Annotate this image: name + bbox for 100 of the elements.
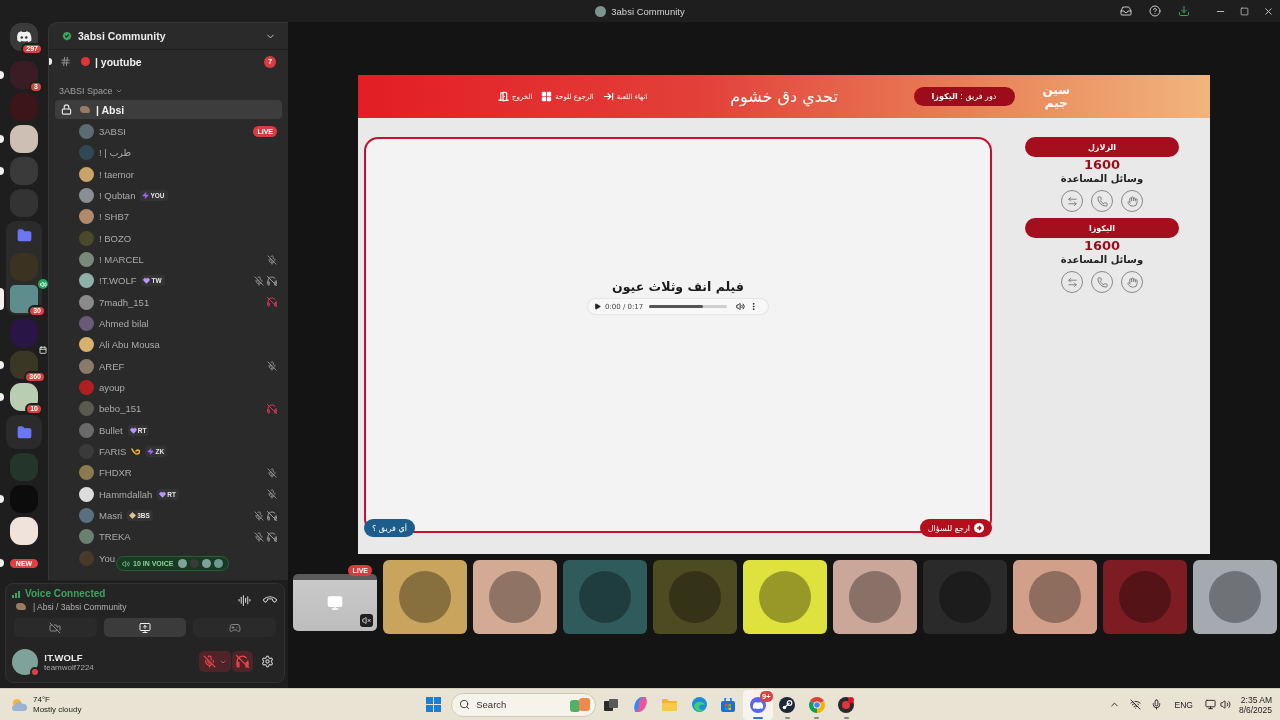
server-icon[interactable] [10,383,38,411]
member-name[interactable]: ! taemor [99,168,134,180]
member-name[interactable]: Bullet [99,424,123,436]
member-name[interactable]: FHDXR [99,467,132,479]
member-name[interactable]: ayoup [99,382,125,394]
stream-thumbnail[interactable] [293,574,377,631]
maximize-icon[interactable] [1239,6,1249,16]
member-name[interactable]: ! BOZO [99,232,132,244]
display-icon[interactable] [1204,699,1216,710]
camera-off-icon [49,621,62,634]
member-name[interactable]: Ahmed bilal [99,318,149,330]
phone-icon [1096,276,1108,288]
deafened-headphones-icon [267,403,277,414]
task-view-icon [603,698,618,711]
deafened-headphones-icon [267,510,277,521]
member-name[interactable]: FARIS [99,446,127,458]
language-indicator[interactable]: ENG [1174,699,1193,710]
member-name[interactable]: TREKA [99,531,131,543]
volume-icon[interactable] [1219,699,1231,710]
member-name[interactable]: ! | طرب [99,147,132,159]
search-field[interactable]: Search [451,692,597,717]
member-name[interactable]: bebo_151 [99,403,142,415]
avatar [849,571,901,623]
clock-time[interactable]: 2:35 AM [1240,694,1272,705]
muted-mic-icon [267,361,277,372]
avatar [79,401,94,417]
dot-logo-icon [838,696,855,713]
which-team-button[interactable]: أي فريق ؟ [364,519,415,537]
search-highlight-icon [570,697,591,712]
settings-button[interactable] [261,655,274,668]
bolt-icon [142,192,150,200]
arrow-circle-icon [974,523,984,533]
member-name[interactable]: AREF [99,360,125,372]
avatar [79,486,94,502]
avatar [79,380,94,396]
folder-icon[interactable] [16,227,32,243]
deafen-button[interactable] [232,651,253,672]
participant-tile[interactable] [1193,560,1277,634]
member-name[interactable]: You [99,552,116,564]
activities-button[interactable] [193,618,276,637]
member-name[interactable]: 7madh_151 [99,296,150,308]
lock-icon [61,104,72,115]
sound-wave-icon[interactable] [238,593,251,607]
participant-tile[interactable] [473,560,557,634]
help-icon[interactable] [1148,5,1161,17]
unread-indicator [0,393,4,401]
screen-share-button[interactable] [103,618,187,637]
selected-indicator [0,288,4,310]
speaker-icon [122,559,130,568]
member-name[interactable]: ! MARCEL [99,254,144,266]
inbox-icon[interactable] [1119,5,1132,17]
back-to-question-button[interactable]: ارجع للسؤال [919,519,992,537]
window-title: 3absi Community [611,5,685,17]
home-button[interactable] [10,23,38,51]
network-off-icon[interactable] [1130,699,1142,710]
muted-mic-icon [254,275,264,286]
member-name[interactable]: !T.WOLF [99,275,137,287]
hand-icon [1126,195,1138,207]
play-icon[interactable] [594,303,601,310]
muted-mic-icon [254,531,264,542]
participant-tile[interactable] [743,560,827,634]
volume-icon[interactable] [736,302,746,311]
category-name[interactable]: 3ABSI Space [59,85,113,96]
voice-channel-link[interactable]: | Absi / 3absi Community [33,601,127,612]
participant-tile[interactable] [1103,560,1187,634]
participant-tile[interactable] [653,560,737,634]
folder-icon[interactable] [16,424,32,440]
gamepad-icon [228,621,241,634]
participant-tile[interactable] [833,560,917,634]
voice-channel[interactable]: | Absi [55,100,282,119]
member-name[interactable]: Ali Abu Mousa [99,339,160,351]
aids-label: وسائل المساعدة [1060,172,1144,186]
avatar [79,465,94,481]
member-name[interactable]: ! SHB7 [99,211,130,223]
participant-tile[interactable] [383,560,467,634]
avatar [1119,571,1171,623]
avatar [79,358,94,374]
member-name[interactable]: Hammdallah [99,488,153,500]
server-icon[interactable] [10,125,38,153]
participant-tile[interactable] [1013,560,1097,634]
member-name[interactable]: ! Qubtan [99,190,136,202]
server-icon[interactable] [10,517,38,545]
swap-arrows-icon [1066,195,1078,207]
mute-button[interactable] [199,651,231,672]
avatar [79,166,94,182]
participant-tile[interactable] [563,560,647,634]
member-name[interactable]: 3ABSI [99,126,126,138]
close-icon[interactable] [1262,5,1274,17]
download-icon[interactable] [1177,5,1190,17]
user-name: !T.WOLF [44,651,84,663]
camera-button[interactable] [14,618,97,637]
running-indicator [814,716,820,719]
member-name[interactable]: Masri [99,510,123,522]
microphone-icon[interactable] [1151,699,1163,710]
clock-date[interactable]: 8/6/2025 [1238,704,1272,715]
server-name[interactable]: 3absi Community [78,30,166,42]
muted-speaker-icon[interactable] [360,614,373,627]
heart-icon [129,426,137,434]
channel-name[interactable]: | youtube [95,55,142,68]
audio-progress-track[interactable] [649,305,728,308]
